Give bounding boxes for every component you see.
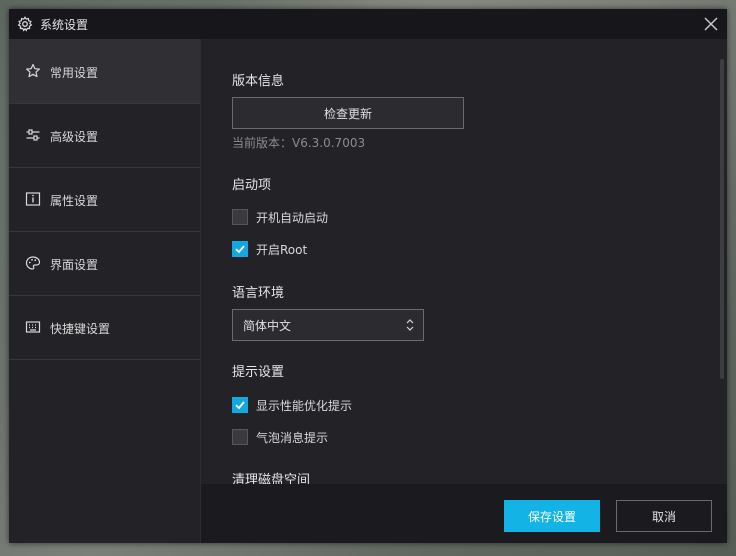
settings-dialog: 系统设置 常用设置 高级设置 属性设置 界面设置 快捷键设置 版本信息 检查更新…	[9, 9, 727, 543]
bubble-tip-checkbox[interactable]: 气泡消息提示	[232, 428, 328, 446]
info-icon	[25, 192, 41, 206]
section-title-disk: 清理磁盘空间	[232, 473, 311, 484]
keyboard-icon	[25, 321, 41, 333]
sidebar-item-properties[interactable]: 属性设置	[9, 167, 200, 232]
check-icon	[235, 245, 245, 254]
section-title-language: 语言环境	[232, 286, 285, 301]
window-title: 系统设置	[40, 18, 89, 32]
sidebar-item-label: 属性设置	[50, 194, 99, 208]
scrollbar-thumb[interactable]	[720, 59, 724, 379]
checkbox-label: 开机自动启动	[256, 210, 329, 225]
save-button[interactable]: 保存设置	[504, 500, 600, 532]
palette-icon	[25, 256, 41, 270]
sidebar-item-label: 高级设置	[50, 130, 99, 144]
section-title-version: 版本信息	[232, 74, 285, 89]
gear-icon	[17, 16, 33, 32]
sidebar-item-advanced[interactable]: 高级设置	[9, 103, 200, 168]
sidebar-item-interface[interactable]: 界面设置	[9, 231, 200, 296]
checkbox-box[interactable]	[232, 397, 248, 413]
section-title-tips: 提示设置	[232, 365, 285, 380]
checkbox-box[interactable]	[232, 429, 248, 445]
checkbox-label: 显示性能优化提示	[256, 398, 353, 413]
language-select[interactable]: 简体中文	[232, 309, 424, 341]
perf-tip-checkbox[interactable]: 显示性能优化提示	[232, 396, 352, 414]
checkbox-box[interactable]	[232, 209, 248, 225]
sliders-icon	[26, 129, 40, 141]
chevron-updown-icon	[406, 319, 414, 331]
close-icon[interactable]	[701, 14, 721, 34]
sidebar-item-label: 快捷键设置	[50, 322, 111, 336]
section-title-startup: 启动项	[232, 178, 272, 193]
current-version-text: 当前版本：V6.3.0.7003	[232, 136, 366, 150]
sidebar-item-label: 常用设置	[50, 66, 99, 80]
star-icon	[26, 63, 40, 78]
check-icon	[235, 401, 245, 410]
root-checkbox[interactable]: 开启Root	[232, 240, 307, 258]
autostart-checkbox[interactable]: 开机自动启动	[232, 208, 328, 226]
checkbox-label: 开启Root	[256, 242, 308, 257]
cancel-button[interactable]: 取消	[616, 500, 712, 532]
scrollbar[interactable]	[720, 39, 726, 484]
sidebar-item-label: 界面设置	[50, 258, 99, 272]
check-update-button[interactable]: 检查更新	[232, 97, 464, 129]
sidebar-item-general[interactable]: 常用设置	[9, 39, 200, 104]
checkbox-box[interactable]	[232, 241, 248, 257]
language-select-value: 简体中文	[243, 318, 292, 333]
checkbox-label: 气泡消息提示	[256, 430, 329, 445]
sidebar: 常用设置 高级设置 属性设置 界面设置 快捷键设置	[9, 39, 201, 543]
dialog-footer: 保存设置 取消	[201, 484, 727, 543]
title-bar: 系统设置	[9, 9, 727, 39]
sidebar-item-shortcuts[interactable]: 快捷键设置	[9, 295, 200, 360]
settings-content: 版本信息 检查更新 当前版本：V6.3.0.7003 启动项 开机自动启动 开启…	[201, 39, 727, 484]
